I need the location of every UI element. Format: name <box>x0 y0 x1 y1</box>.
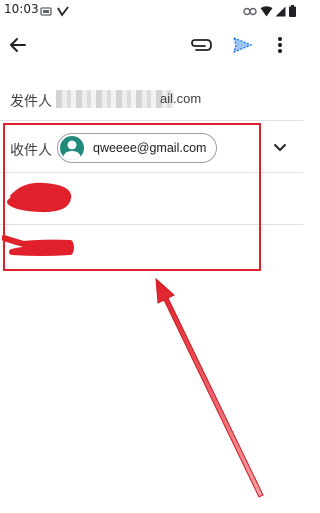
recipient-chip[interactable]: qweeee@gmail.com <box>57 133 217 163</box>
recipient-email: qweeee@gmail.com <box>93 141 207 155</box>
send-button[interactable] <box>229 34 255 60</box>
avatar <box>60 136 84 160</box>
more-options-button[interactable] <box>267 34 293 60</box>
paperclip-icon <box>190 38 212 57</box>
bcc-row[interactable] <box>0 225 260 271</box>
battery-icon <box>289 4 296 22</box>
cc-row[interactable] <box>0 173 260 223</box>
attach-button[interactable] <box>188 34 214 60</box>
from-label: 发件人 <box>10 94 52 110</box>
send-icon <box>232 36 253 59</box>
back-button[interactable] <box>5 34 31 60</box>
compose-toolbar <box>0 26 303 70</box>
status-time: 10:03 <box>4 2 39 16</box>
sender-address-redacted <box>56 90 174 108</box>
status-bar: 10:03 <box>0 0 303 20</box>
sender-address-suffix: ail.com <box>160 91 202 106</box>
divider <box>0 120 303 121</box>
wifi-icon <box>260 4 273 22</box>
to-label: 收件人 <box>10 143 52 159</box>
chevron-down-icon[interactable] <box>272 140 288 156</box>
more-vert-icon <box>277 36 283 59</box>
link-icon <box>243 4 257 22</box>
check-icon <box>57 4 69 22</box>
back-arrow-icon <box>9 36 27 59</box>
sim-icon <box>40 4 52 22</box>
signal-icon <box>275 4 286 22</box>
